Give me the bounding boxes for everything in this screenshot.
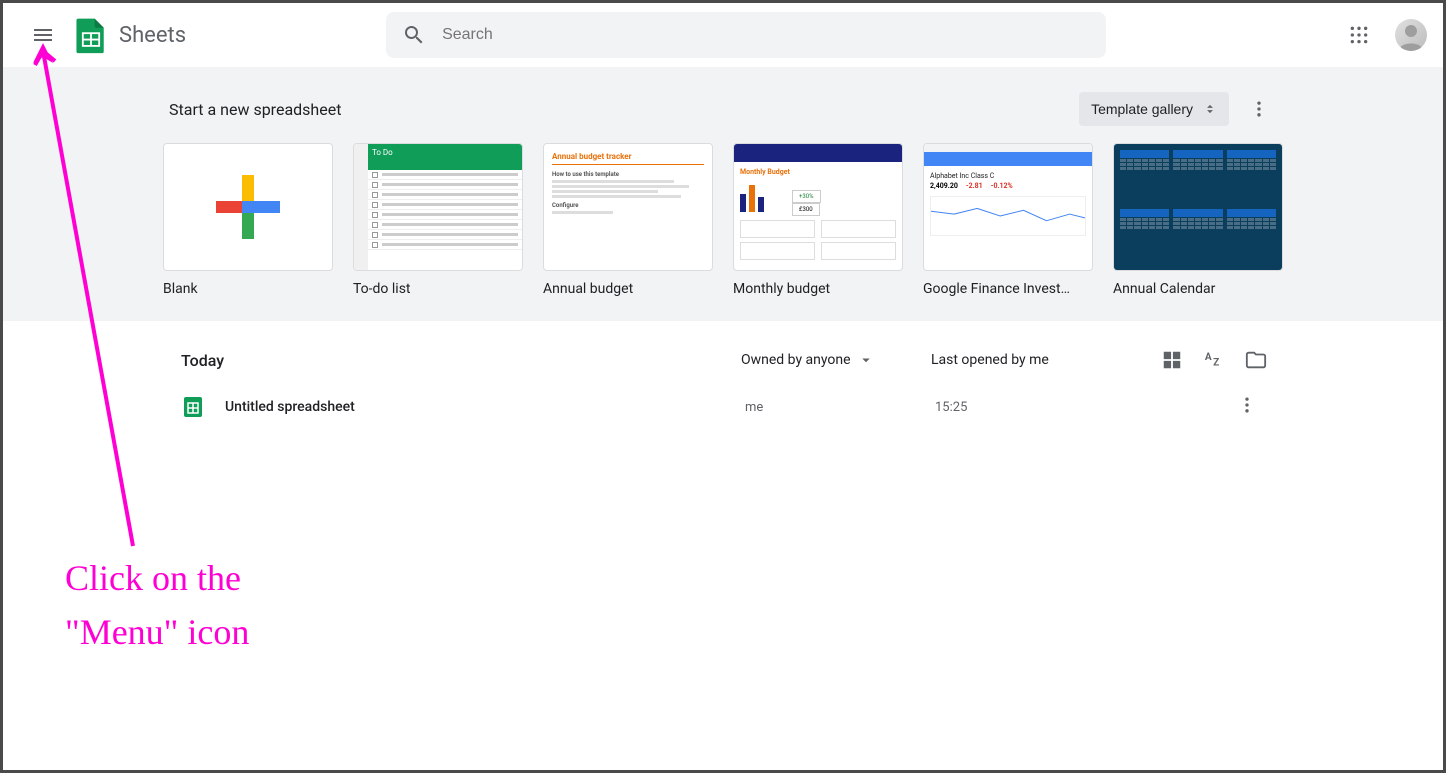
templates-more-button[interactable] bbox=[1241, 91, 1277, 127]
grid-icon bbox=[1161, 349, 1183, 371]
template-annual-budget[interactable]: Annual budget tracker How to use this te… bbox=[543, 143, 713, 297]
grid-view-button[interactable] bbox=[1161, 349, 1183, 371]
more-vert-icon bbox=[1237, 395, 1257, 415]
header: Sheets bbox=[3, 3, 1443, 67]
hamburger-icon bbox=[31, 23, 55, 47]
open-file-picker-button[interactable] bbox=[1245, 349, 1267, 371]
template-label: Annual Calendar bbox=[1113, 281, 1283, 297]
template-annual-calendar[interactable]: Annual Calendar bbox=[1113, 143, 1283, 297]
file-name: Untitled spreadsheet bbox=[225, 399, 745, 415]
main-menu-button[interactable] bbox=[19, 11, 67, 59]
template-label: Annual budget bbox=[543, 281, 713, 297]
sort-az-icon: AZ bbox=[1203, 349, 1225, 371]
more-vert-icon bbox=[1249, 99, 1269, 119]
template-blank[interactable]: Blank bbox=[163, 143, 333, 297]
sheets-logo-icon bbox=[71, 15, 111, 55]
svg-text:A: A bbox=[1205, 352, 1212, 363]
files-header: Today Owned by anyone Last opened by me … bbox=[173, 337, 1273, 383]
file-time: 15:25 bbox=[935, 400, 1165, 415]
sort-by-label[interactable]: Last opened by me bbox=[931, 352, 1161, 368]
template-label: Blank bbox=[163, 281, 333, 297]
templates-row: Blank To Do bbox=[163, 143, 1283, 297]
template-label: Google Finance Invest… bbox=[923, 281, 1093, 297]
svg-text:Z: Z bbox=[1213, 358, 1219, 369]
dropdown-icon bbox=[857, 351, 875, 369]
template-google-finance[interactable]: Alphabet Inc Class C 2,409.20 -2.81 -0.1… bbox=[923, 143, 1093, 297]
owner-filter-label: Owned by anyone bbox=[741, 352, 851, 368]
owner-filter-dropdown[interactable]: Owned by anyone bbox=[741, 351, 931, 369]
folder-icon bbox=[1245, 349, 1267, 371]
annotation-text: Click on the "Menu" icon bbox=[65, 551, 249, 659]
header-right bbox=[1339, 15, 1427, 55]
file-more-button[interactable] bbox=[1237, 395, 1265, 419]
template-label: To-do list bbox=[353, 281, 523, 297]
app-title: Sheets bbox=[119, 23, 186, 48]
apps-grid-icon bbox=[1349, 25, 1369, 45]
file-row[interactable]: Untitled spreadsheet me 15:25 bbox=[173, 383, 1273, 431]
files-section: Today Owned by anyone Last opened by me … bbox=[173, 337, 1273, 431]
sort-az-button[interactable]: AZ bbox=[1203, 349, 1225, 371]
search-input[interactable] bbox=[442, 26, 1090, 44]
file-owner: me bbox=[745, 400, 935, 415]
search-icon bbox=[402, 23, 426, 47]
templates-section-title: Start a new spreadsheet bbox=[169, 100, 341, 119]
avatar-icon bbox=[1395, 19, 1427, 51]
unfold-icon bbox=[1203, 100, 1217, 118]
template-gallery-button[interactable]: Template gallery bbox=[1079, 92, 1229, 126]
template-gallery-label: Template gallery bbox=[1091, 101, 1193, 117]
logo-area: Sheets bbox=[71, 15, 186, 55]
templates-section: Start a new spreadsheet Template gallery bbox=[3, 67, 1443, 321]
search-bar[interactable] bbox=[386, 12, 1106, 58]
template-monthly-budget[interactable]: Monthly Budget +30% £300 bbox=[733, 143, 903, 297]
sheets-file-icon bbox=[181, 395, 205, 419]
files-section-title: Today bbox=[181, 351, 741, 370]
template-todo-list[interactable]: To Do To-do list bbox=[353, 143, 523, 297]
template-label: Monthly budget bbox=[733, 281, 903, 297]
account-avatar[interactable] bbox=[1395, 19, 1427, 51]
google-apps-button[interactable] bbox=[1339, 15, 1379, 55]
plus-icon bbox=[208, 167, 288, 247]
templates-header: Start a new spreadsheet Template gallery bbox=[163, 83, 1283, 143]
